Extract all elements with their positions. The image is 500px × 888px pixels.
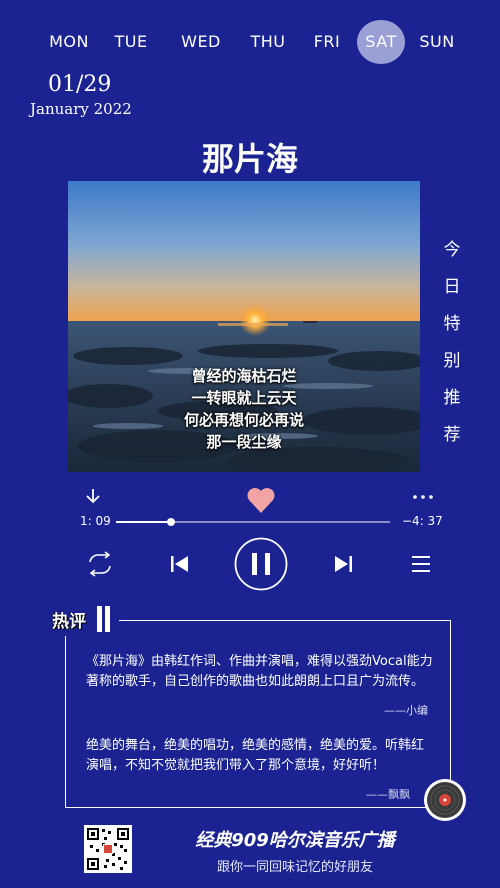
music-card-page: { "weekdays": ["MON", "TUE", "WED", "THU… — [0, 0, 500, 888]
footer-subtitle: 跟你一同回味记忆的好朋友 — [216, 860, 373, 875]
day-sat[interactable]: SAT — [357, 20, 405, 64]
lyric-line: 那一段尘缘 — [206, 433, 282, 451]
lyric-line: 曾经的海枯石烂 — [191, 367, 297, 385]
qr-code[interactable] — [84, 825, 132, 873]
footer-title: 经典909哈尔滨音乐广播 — [195, 830, 395, 851]
comment-text: 绝美的舞台，绝美的唱功，绝美的感情，绝美的爱。听韩红演唱，不知不觉就把我们带入了… — [86, 738, 425, 773]
vinyl-record-icon[interactable] — [423, 778, 467, 822]
date-day: 01/29 — [48, 72, 112, 97]
comments-header: 热评 — [52, 606, 120, 636]
day-mon[interactable]: MON — [48, 20, 90, 64]
elapsed-time: 1: 09 — [80, 514, 111, 528]
repeat-icon[interactable] — [84, 551, 116, 581]
date-month-year: January 2022 — [30, 100, 132, 118]
day-tue[interactable]: TUE — [110, 20, 152, 64]
playlist-icon[interactable] — [410, 553, 432, 579]
day-thu[interactable]: THU — [247, 20, 289, 64]
album-cover: 曾经的海枯石烂 一转眼就上云天 何必再想何必再说 那一段尘缘 — [68, 181, 420, 472]
more-icon[interactable] — [412, 487, 434, 506]
today-special-recommend: 今 日 特 别 推 荐 — [441, 232, 463, 454]
progress-knob[interactable] — [167, 518, 175, 526]
comment-author: ——飘飘 — [366, 788, 410, 801]
previous-icon[interactable] — [169, 553, 191, 579]
day-fri[interactable]: FRI — [306, 20, 348, 64]
day-wed[interactable]: WED — [180, 20, 222, 64]
remaining-time: −4: 37 — [402, 514, 443, 528]
vertical-char: 日 — [443, 277, 461, 297]
comment-author: ——小编 — [384, 704, 428, 717]
pause-icon — [252, 553, 270, 575]
download-icon[interactable] — [84, 487, 102, 509]
lyric-line: 一转眼就上云天 — [191, 389, 297, 407]
vertical-char: 推 — [443, 388, 461, 408]
vertical-char: 别 — [443, 351, 461, 371]
next-icon[interactable] — [332, 553, 354, 579]
lyric-line: 何必再想何必再说 — [183, 411, 304, 429]
progress-fill — [116, 521, 171, 523]
vertical-char: 今 — [443, 240, 461, 260]
pause-button[interactable] — [234, 537, 288, 595]
vertical-char: 荐 — [443, 425, 461, 445]
day-sun[interactable]: SUN — [416, 20, 458, 64]
bars-icon — [97, 606, 113, 632]
comment-text: 《那片海》由韩红作词、作曲并演唱，难得以强劲Vocal能力著称的歌手，自己创作的… — [86, 654, 433, 689]
heart-icon[interactable] — [246, 486, 276, 518]
weekday-bar: MON TUE WED THU FRI SAT SUN — [0, 20, 500, 64]
vertical-char: 特 — [443, 314, 461, 334]
song-title: 那片海 — [201, 140, 298, 178]
lyrics: 曾经的海枯石烂 一转眼就上云天 何必再想何必再说 那一段尘缘 — [68, 365, 420, 453]
comments-label: 热评 — [52, 611, 86, 632]
